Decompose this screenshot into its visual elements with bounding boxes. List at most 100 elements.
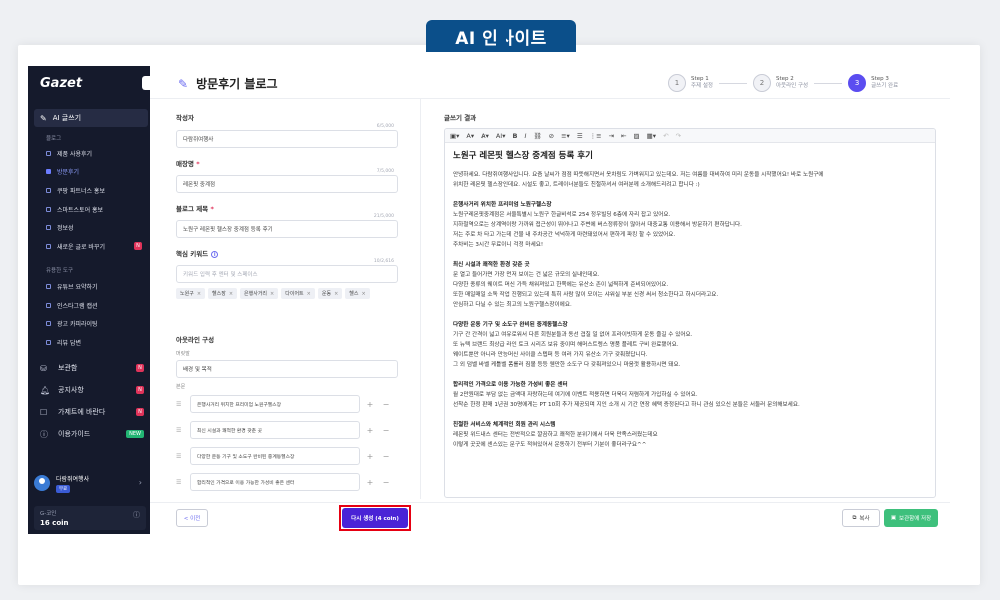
sidebar-item-review-reply[interactable]: 리뷰 답변: [46, 336, 146, 348]
list-icon[interactable]: ☰: [576, 132, 584, 140]
keyword-input[interactable]: 키워드 입력 후 엔터 및 스페이스: [176, 265, 398, 283]
redo-icon[interactable]: ↷: [675, 132, 682, 140]
footer-bar: < 이전 다시 생성 (4 coin) ⧉ 복사 ▣ 보관함에 저장: [150, 502, 950, 534]
doc-icon: [46, 150, 51, 156]
highlight-icon[interactable]: A̷▾: [480, 132, 490, 140]
result-paragraph: 또한 매일매일 소독 작업 진행되고 있는데 특히 사람 많이 모이는 샤워실 …: [453, 292, 719, 298]
outline-field[interactable]: 은행사거리 위치한 프리미엄 노원구헬스장: [190, 395, 360, 413]
sidebar-item-label: 광고 카피라이팅: [57, 320, 98, 328]
nav-ai-writing-label: AI 글쓰기: [52, 114, 82, 122]
sidebar-item-smartstore[interactable]: 스마트스토어 홍보: [46, 203, 146, 215]
sidebar-item-info[interactable]: 정보성: [46, 221, 146, 233]
nav-notice[interactable]: 🔔︎ 공지사항 N: [40, 383, 148, 397]
nav-feedback[interactable]: ☐ 가제트에 바란다 N: [40, 405, 148, 419]
font-size-icon[interactable]: AI▾: [495, 132, 507, 140]
author-field[interactable]: 다람쥐여행사: [176, 130, 398, 148]
result-section-heading: 최신 시설과 쾌적한 환경 갖춘 곳: [453, 262, 530, 268]
feedback-icon: ☐: [40, 407, 48, 417]
close-icon[interactable]: ×: [270, 291, 274, 297]
plus-icon[interactable]: +: [364, 426, 376, 435]
doc-icon: [46, 168, 51, 174]
drag-handle-icon[interactable]: ☰: [176, 453, 186, 460]
nav-guide[interactable]: ⓘ 이용가이드 NEW: [40, 427, 148, 441]
outdent-icon[interactable]: ⇤: [620, 132, 627, 140]
minus-icon[interactable]: −: [380, 452, 392, 461]
copy-button[interactable]: ⧉ 복사: [842, 509, 880, 527]
keyword-tag[interactable]: 은행사거리 ×: [240, 288, 279, 299]
indent-icon[interactable]: ⇥: [608, 132, 615, 140]
code-icon[interactable]: ⊘: [548, 132, 555, 140]
sidebar-item-label: 인스타그램 캡션: [57, 302, 98, 310]
close-icon[interactable]: ×: [307, 291, 311, 297]
plus-icon[interactable]: +: [364, 452, 376, 461]
outline-field[interactable]: 최신 시설과 쾌적한 환경 갖춘 곳: [190, 421, 360, 439]
keyword-tag[interactable]: 다이어트 ×: [281, 288, 315, 299]
undo-icon[interactable]: ↶: [662, 132, 669, 140]
plus-icon[interactable]: +: [364, 478, 376, 487]
editor-content[interactable]: 노원구 레몬핏 헬스장 중계점 등록 후기 안녕하세요. 다람쥐여행사입니다. …: [453, 151, 931, 450]
close-icon[interactable]: ×: [334, 291, 338, 297]
sidebar-item-instagram[interactable]: 인스타그램 캡션: [46, 299, 146, 311]
minus-icon[interactable]: −: [380, 478, 392, 487]
minus-icon[interactable]: −: [380, 426, 392, 435]
sidebar-item-label: 쿠팡 파트너스 홍보: [57, 187, 105, 195]
keyword-tag[interactable]: 헬스장 ×: [208, 288, 238, 299]
drag-handle-icon[interactable]: ☰: [176, 401, 186, 408]
pencil-icon: ✎: [40, 113, 47, 123]
doc-icon: [46, 243, 51, 249]
result-section-heading: 은행사거리 위치한 프리미엄 노원구헬스장: [453, 202, 552, 208]
step-1[interactable]: 1 Step 1 주제 설정: [668, 74, 713, 92]
sidebar-item-copywriting[interactable]: 광고 카피라이팅: [46, 317, 146, 329]
keyword-tag[interactable]: 노원구 ×: [176, 288, 206, 299]
sidebar-item-youtube[interactable]: 유튜브 요약하기: [46, 280, 146, 292]
link-icon[interactable]: ⛓: [532, 132, 542, 140]
input-form: 작성자 6/5,000 다람쥐여행사 매장명 * 7/5,000 레몬핏 중계점…: [166, 102, 406, 498]
drag-handle-icon[interactable]: ☰: [176, 427, 186, 434]
sidebar-item-product-review[interactable]: 제품 사용후기: [46, 147, 146, 159]
plus-icon[interactable]: +: [364, 400, 376, 409]
drag-handle-icon[interactable]: ☰: [176, 479, 186, 486]
nav-ai-writing[interactable]: ✎ AI 글쓰기: [34, 109, 148, 127]
result-paragraph: 또 뉴텍 브랜드 최상급 라인 토크 시리즈 보유 중이며 해머스트렝스 명품 …: [453, 342, 679, 348]
intro-field[interactable]: 배경 및 목적: [176, 360, 398, 378]
avatar: [34, 475, 50, 491]
sidebar-item-rewrite[interactable]: 새로운 글로 바꾸기 N: [46, 240, 146, 252]
ordered-list-icon[interactable]: ⋮≡: [589, 132, 603, 140]
keyword-tag[interactable]: 헬스 ×: [345, 288, 370, 299]
info-icon[interactable]: i: [211, 251, 219, 258]
result-editor[interactable]: ▣▾ A▾ A̷▾ AI▾ B I ⛓ ⊘ ≡▾ ☰ ⋮≡ ⇥ ⇤ ▨ ▦▾ ↶: [444, 128, 936, 498]
doc-icon: [46, 320, 51, 326]
close-icon[interactable]: ×: [197, 291, 201, 297]
font-color-icon[interactable]: A▾: [465, 132, 475, 140]
close-icon[interactable]: ×: [361, 291, 365, 297]
store-field[interactable]: 레몬핏 중계점: [176, 175, 398, 193]
step-number: 1: [668, 74, 686, 92]
panel-divider: [420, 99, 421, 499]
save-to-archive-button[interactable]: ▣ 보관함에 저장: [884, 509, 938, 527]
blog-title-field[interactable]: 노원구 레몬핏 헬스장 중계점 등록 후기: [176, 220, 398, 238]
step-2[interactable]: 2 Step 2 아웃라인 구성: [753, 74, 808, 92]
sidebar-collapse-button[interactable]: [142, 76, 150, 90]
outline-field[interactable]: 합리적인 가격으로 이용 가능한 가성비 좋은 센터: [190, 473, 360, 491]
sidebar-item-visit-review[interactable]: 방문후기: [46, 165, 146, 177]
close-icon[interactable]: ×: [229, 291, 233, 297]
bold-icon[interactable]: B: [511, 132, 518, 140]
step-3[interactable]: 3 Step 3 글쓰기 완료: [848, 74, 898, 92]
image-icon[interactable]: ▨: [633, 132, 641, 140]
user-profile[interactable]: 다람쥐여행사 무료 ›: [34, 470, 146, 496]
step-number: 2: [753, 74, 771, 92]
sidebar-item-coupang[interactable]: 쿠팡 파트너스 홍보: [46, 184, 146, 196]
italic-icon[interactable]: I: [523, 132, 527, 140]
page-title-text: 방문후기 블로그: [196, 77, 278, 91]
result-label: 글쓰기 결과: [444, 114, 477, 122]
prev-button[interactable]: < 이전: [176, 509, 208, 527]
table-icon[interactable]: ▦▾: [646, 132, 657, 140]
keyword-tag[interactable]: 운동 ×: [317, 288, 343, 299]
align-icon[interactable]: ≡▾: [560, 132, 571, 140]
outline-field[interactable]: 다양한 운동 기구 및 소도구 완비된 중계동헬스장: [190, 447, 360, 465]
text-style-icon[interactable]: ▣▾: [449, 132, 460, 140]
minus-icon[interactable]: −: [380, 400, 392, 409]
info-icon[interactable]: ⓘ: [133, 510, 140, 520]
nav-archive[interactable]: ⛁ 보관함 N: [40, 361, 148, 375]
result-paragraph: 문 열고 들어가면 가장 먼저 보이는 건 넓은 규모의 실내인데요.: [453, 272, 600, 278]
